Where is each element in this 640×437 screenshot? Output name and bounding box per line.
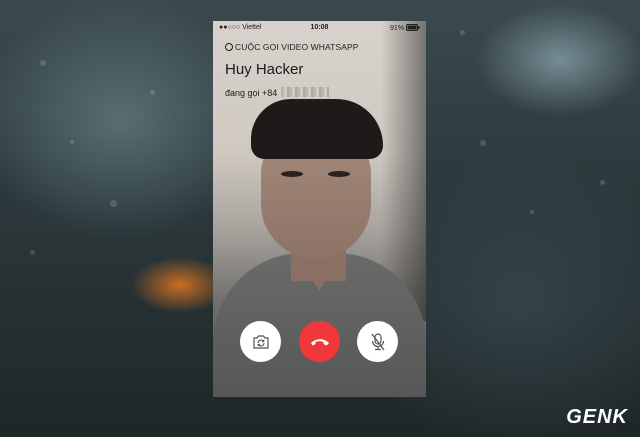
battery-icon: [406, 24, 420, 31]
mute-button[interactable]: [357, 321, 398, 362]
call-type-label: CUỘC GỌI VIDEO WHATSAPP: [225, 42, 359, 52]
end-call-button[interactable]: [299, 321, 340, 362]
phone-hangup-icon: [310, 338, 329, 345]
status-bar: ●●○○○ Viettel 10:08 91%: [213, 21, 426, 35]
flip-camera-button[interactable]: [240, 321, 281, 362]
battery-indicator: 91%: [390, 24, 420, 32]
battery-percent: 91%: [390, 25, 405, 32]
redacted-number: [281, 87, 330, 97]
genk-watermark-logo: GENK: [566, 406, 628, 428]
camera-flip-icon: [252, 334, 269, 349]
phone-screen: ●●○○○ Viettel 10:08 91% CUỘC GỌI VIDEO W…: [213, 21, 426, 397]
contact-name: Huy Hacker: [225, 61, 304, 78]
call-status: đang gọi +84: [225, 87, 330, 98]
microphone-muted-icon: [370, 332, 385, 350]
video-person-hair: [251, 99, 383, 159]
whatsapp-icon: [225, 43, 233, 51]
